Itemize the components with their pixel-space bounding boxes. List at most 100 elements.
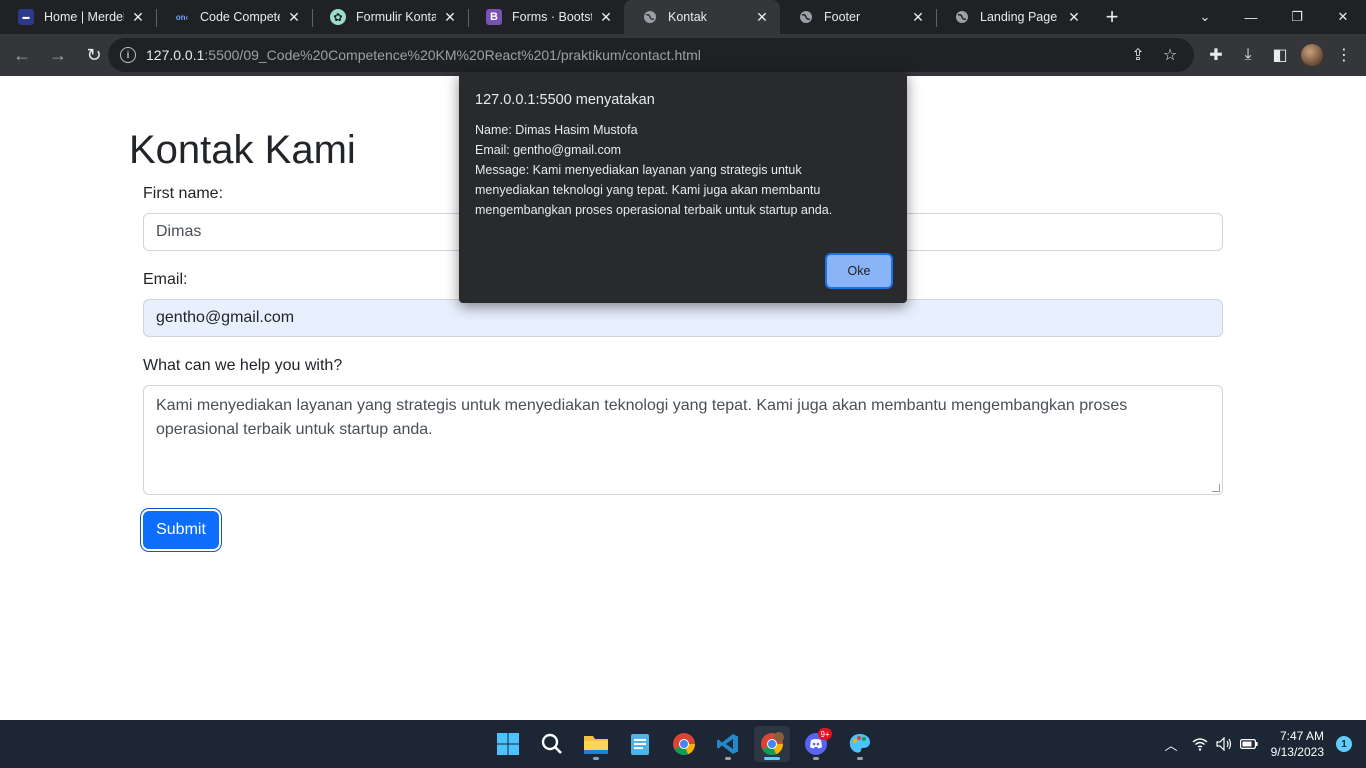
battery-icon[interactable] <box>1236 739 1262 749</box>
extensions-icon[interactable]: ✚ <box>1200 39 1232 71</box>
url-host: 127.0.0.1 <box>146 47 205 63</box>
tab-footer[interactable]: Footer ✕ <box>780 0 936 34</box>
wifi-icon[interactable] <box>1188 737 1212 751</box>
first-name-label: First name: <box>143 185 224 202</box>
side-panel-icon[interactable]: ◧ <box>1264 39 1296 71</box>
close-icon[interactable]: ✕ <box>130 9 146 25</box>
tab-title: Forms · Bootstrap <box>512 10 592 24</box>
tab-title: Code Competence <box>200 10 280 24</box>
dialog-message: Name: Dimas Hasim Mustofa Email: gentho@… <box>475 120 875 220</box>
globe-icon <box>642 9 658 25</box>
tab-formulir-kontak[interactable]: ✿ Formulir Kontak Fo ✕ <box>312 0 468 34</box>
notepad-icon <box>631 734 649 755</box>
globe-icon <box>798 9 814 25</box>
running-indicator <box>813 757 819 760</box>
clock-time: 7:47 AM <box>1279 729 1324 743</box>
tab-search-button[interactable]: ⌄ <box>1182 0 1228 34</box>
start-button[interactable] <box>490 726 526 762</box>
profile-avatar[interactable] <box>1296 39 1328 71</box>
globe-icon <box>954 9 970 25</box>
share-icon[interactable]: ⇪ <box>1122 45 1154 65</box>
browser-toolbar: ← → ↻ i 127.0.0.1:5500/09_Code%20Compete… <box>0 34 1366 76</box>
tab-title: Kontak <box>668 10 707 24</box>
chrome-icon <box>673 733 696 756</box>
merdeka-favicon: ▬ <box>18 9 34 25</box>
email-input[interactable]: gentho@gmail.com <box>143 299 1223 337</box>
new-tab-button[interactable]: + <box>1092 0 1132 34</box>
dialog-title: 127.0.0.1:5500 menyatakan <box>475 92 655 108</box>
address-bar[interactable]: i 127.0.0.1:5500/09_Code%20Competence%20… <box>108 38 1194 72</box>
close-icon[interactable]: ✕ <box>442 9 458 25</box>
close-icon[interactable]: ✕ <box>598 9 614 25</box>
notification-center-badge[interactable]: 1 <box>1336 736 1352 752</box>
windows-taskbar: 9+ ︿ 7:47 AM 9/13/2023 1 <box>0 720 1366 768</box>
close-icon[interactable]: ✕ <box>910 9 926 25</box>
vscode-app[interactable] <box>710 726 746 762</box>
message-label: What can we help you with? <box>143 357 343 374</box>
tab-landing-page[interactable]: Landing Page ✕ <box>936 0 1092 34</box>
menu-kebab-icon[interactable]: ⋮ <box>1328 39 1360 71</box>
chrome-profile-app[interactable] <box>754 726 790 762</box>
search-button[interactable] <box>534 726 570 762</box>
system-clock[interactable]: 7:47 AM 9/13/2023 <box>1271 728 1324 760</box>
message-textarea[interactable]: Kami menyediakan layanan yang strategis … <box>143 385 1223 495</box>
dialog-message-line: Message: Kami menyediakan layanan yang s… <box>475 163 833 217</box>
paint-palette-icon <box>849 734 870 753</box>
chrome-app[interactable] <box>666 726 702 762</box>
restore-button[interactable]: ❐ <box>1274 0 1320 34</box>
running-indicator <box>593 757 599 760</box>
tab-title: Formulir Kontak Fo <box>356 10 436 24</box>
running-indicator <box>725 757 731 760</box>
email-label: Email: <box>143 271 188 288</box>
back-button[interactable]: ← <box>6 39 38 71</box>
forward-button[interactable]: → <box>42 39 74 71</box>
bootstrap-favicon: B <box>486 9 502 25</box>
tab-kontak[interactable]: Kontak ✕ <box>624 0 780 34</box>
page-title: Kontak Kami <box>129 128 356 172</box>
minimize-button[interactable]: ― <box>1228 0 1274 34</box>
ok-button[interactable]: Oke <box>827 255 891 287</box>
message-value: Kami menyediakan layanan yang strategis … <box>156 397 1128 438</box>
close-window-button[interactable]: ✕ <box>1320 0 1366 34</box>
folder-icon <box>584 736 608 754</box>
paint-app[interactable] <box>842 726 878 762</box>
windows-logo-icon <box>497 733 519 755</box>
alert-dialog: 127.0.0.1:5500 menyatakan Name: Dimas Ha… <box>459 72 907 303</box>
search-icon <box>541 733 562 754</box>
alterra-favicon: on‹ <box>175 12 189 22</box>
submit-button[interactable]: Submit <box>143 511 219 549</box>
chrome-icon <box>761 732 784 756</box>
resize-grip-icon[interactable] <box>1212 484 1220 492</box>
avatar <box>1301 44 1323 66</box>
active-indicator <box>764 757 780 760</box>
close-icon[interactable]: ✕ <box>1066 9 1082 25</box>
tab-forms-bootstrap[interactable]: B Forms · Bootstrap ✕ <box>468 0 624 34</box>
chevron-up-icon[interactable]: ︿ <box>1160 735 1182 754</box>
file-explorer-app[interactable] <box>578 726 614 762</box>
url-path: :5500/09_Code%20Competence%20KM%20React%… <box>204 47 701 63</box>
notification-badge: 9+ <box>818 728 832 740</box>
tab-home-merdeka[interactable]: ▬ Home | Merdeka ✕ <box>0 0 156 34</box>
system-tray: ︿ <box>1160 720 1262 768</box>
tab-code-competence[interactable]: on‹ Code Competence ✕ <box>156 0 312 34</box>
bookmark-star-icon[interactable]: ☆ <box>1154 45 1186 65</box>
clock-date: 9/13/2023 <box>1270 745 1324 759</box>
vscode-icon <box>717 734 738 754</box>
discord-app[interactable]: 9+ <box>798 726 834 762</box>
close-icon[interactable]: ✕ <box>754 9 770 25</box>
download-icon[interactable]: ⤓ <box>1232 39 1264 71</box>
info-icon[interactable]: i <box>120 47 136 63</box>
running-indicator <box>857 757 863 760</box>
tab-title: Footer <box>824 10 861 24</box>
reload-button[interactable]: ↻ <box>78 39 110 71</box>
tab-title: Landing Page <box>980 10 1058 24</box>
close-icon[interactable]: ✕ <box>286 9 302 25</box>
email-value: gentho@gmail.com <box>156 309 295 326</box>
notepad-app[interactable] <box>622 726 658 762</box>
volume-icon[interactable] <box>1212 737 1236 751</box>
tab-strip: ▬ Home | Merdeka ✕ on‹ Code Competence ✕… <box>0 0 1366 34</box>
dialog-email-line: Email: gentho@gmail.com <box>475 143 622 157</box>
chatgpt-favicon: ✿ <box>330 9 346 25</box>
dialog-name-line: Name: Dimas Hasim Mustofa <box>475 123 638 137</box>
tab-title: Home | Merdeka <box>44 10 124 24</box>
